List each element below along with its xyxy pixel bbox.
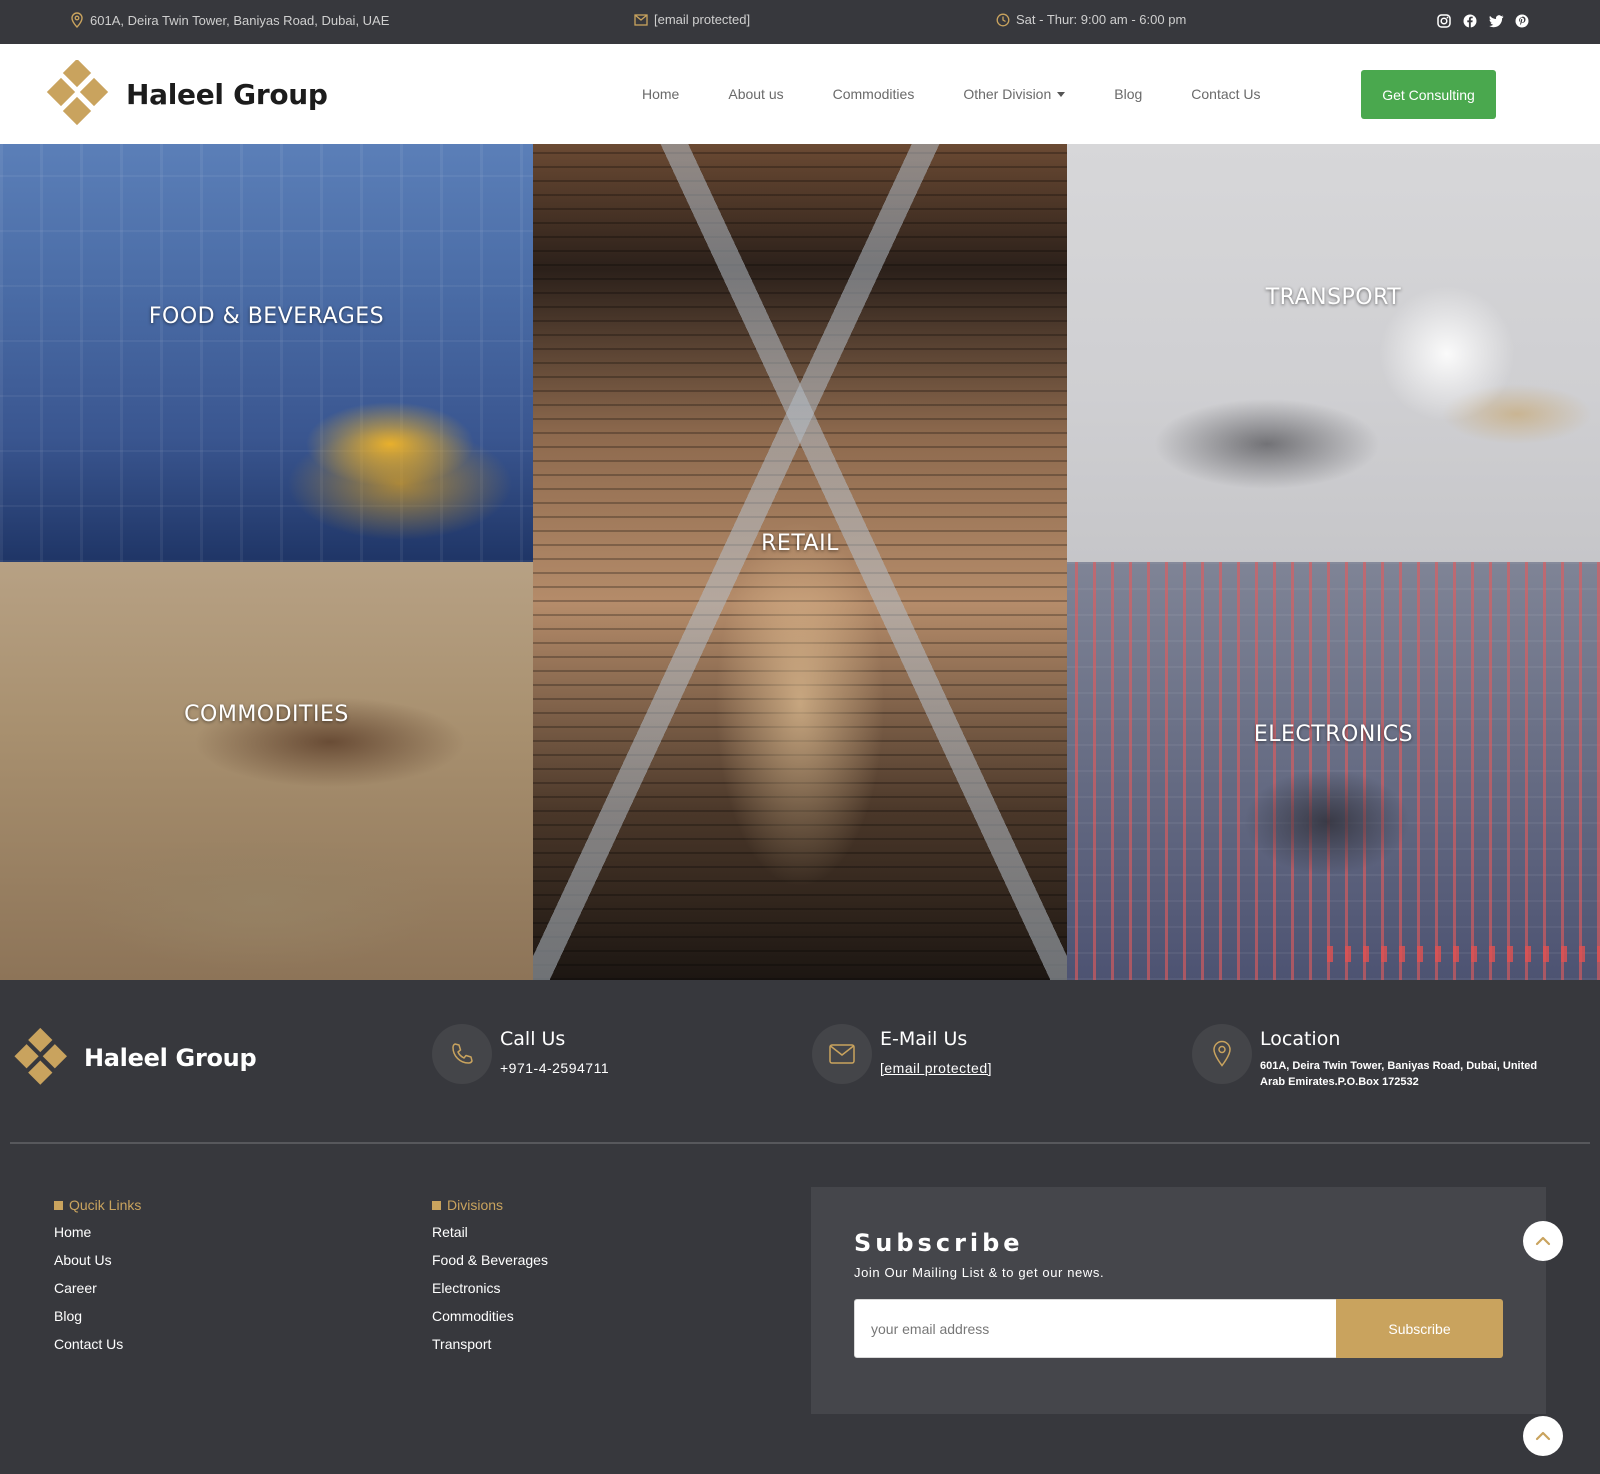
contact-mail: E-Mail Us [email protected] <box>812 1024 992 1084</box>
scroll-to-top-button[interactable] <box>1523 1221 1563 1261</box>
circuit-leds-decoration <box>1327 946 1600 962</box>
call-title: Call Us <box>500 1028 566 1050</box>
contact-call: Call Us +971-4-2594711 <box>432 1024 609 1084</box>
footer-link-home[interactable]: Home <box>54 1224 141 1240</box>
division-tile-electronics[interactable]: ELECTRONICS <box>1067 562 1600 980</box>
back-to-top-button[interactable] <box>1523 1416 1563 1456</box>
pinterest-icon[interactable] <box>1514 13 1530 29</box>
map-pin-icon <box>70 12 84 28</box>
nav-about[interactable]: About us <box>728 86 783 102</box>
division-tile-commodities[interactable]: COMMODITIES <box>0 562 533 980</box>
division-label-retail: RETAIL <box>761 531 839 556</box>
topbar-address: 601A, Deira Twin Tower, Baniyas Road, Du… <box>70 12 389 28</box>
topbar-hours: Sat - Thur: 9:00 am - 6:00 pm <box>996 12 1186 27</box>
topbar-email[interactable]: [email protected] <box>634 12 750 27</box>
subscribe-panel: Subscribe Join Our Mailing List & to get… <box>811 1187 1546 1414</box>
twitter-icon[interactable] <box>1488 13 1504 29</box>
mail-address-link[interactable]: [email protected] <box>880 1060 992 1076</box>
chevron-up-icon <box>1535 1431 1551 1441</box>
facebook-icon[interactable] <box>1462 13 1478 29</box>
quick-links-heading: Qucik Links <box>54 1197 141 1213</box>
location-address: 601A, Deira Twin Tower, Baniyas Road, Du… <box>1260 1060 1538 1088</box>
envelope-icon <box>812 1024 872 1084</box>
footer-brand-logo[interactable]: Haleel Group <box>12 1028 257 1088</box>
brand-name: Haleel Group <box>126 77 328 111</box>
division-tile-retail[interactable]: RETAIL <box>533 144 1067 980</box>
phone-icon <box>432 1024 492 1084</box>
brand-logo[interactable]: Haleel Group <box>44 60 328 128</box>
topbar-email-text[interactable]: [email protected] <box>654 12 750 27</box>
subscribe-title: Subscribe <box>854 1229 1024 1257</box>
clock-icon <box>996 13 1010 27</box>
chevron-up-icon <box>1535 1236 1551 1246</box>
caret-down-icon <box>1057 91 1066 97</box>
footer-link-commodities[interactable]: Commodities <box>432 1308 548 1324</box>
social-links <box>1436 13 1530 29</box>
quick-links-heading-text: Qucik Links <box>69 1197 142 1213</box>
nav-commodities[interactable]: Commodities <box>833 86 915 102</box>
division-label-food: FOOD & BEVERAGES <box>148 304 385 329</box>
division-label-electronics: ELECTRONICS <box>1253 722 1414 747</box>
site-header: Haleel Group Home About us Commodities O… <box>0 44 1600 144</box>
divisions-heading: Divisions <box>432 1197 548 1213</box>
subscribe-button[interactable]: Subscribe <box>1336 1299 1503 1358</box>
nav-contact[interactable]: Contact Us <box>1191 86 1260 102</box>
footer-link-blog[interactable]: Blog <box>54 1308 141 1324</box>
footer-link-electronics[interactable]: Electronics <box>432 1280 548 1296</box>
footer-link-transport[interactable]: Transport <box>432 1336 548 1352</box>
footer-divider <box>10 1142 1590 1144</box>
contact-location: Location 601A, Deira Twin Tower, Baniyas… <box>1192 1024 1560 1090</box>
instagram-icon[interactable] <box>1436 13 1452 29</box>
nav-other-division-label: Other Division <box>963 86 1052 102</box>
quick-links: Qucik Links Home About Us Career Blog Co… <box>54 1197 141 1364</box>
top-bar: 601A, Deira Twin Tower, Baniyas Road, Du… <box>0 0 1600 44</box>
square-bullet-icon <box>432 1200 441 1210</box>
footer-link-food[interactable]: Food & Beverages <box>432 1252 548 1268</box>
diamond-logo-icon <box>14 1028 67 1085</box>
nav-blog[interactable]: Blog <box>1114 86 1142 102</box>
topbar-address-text: 601A, Deira Twin Tower, Baniyas Road, Du… <box>90 12 390 28</box>
division-label-transport: TRANSPORT <box>1265 285 1402 310</box>
division-links: Divisions Retail Food & Beverages Electr… <box>432 1197 548 1364</box>
footer-link-career[interactable]: Career <box>54 1280 141 1296</box>
get-consulting-button[interactable]: Get Consulting <box>1361 70 1496 119</box>
email-input[interactable]: your email address <box>854 1299 1337 1358</box>
nav-home[interactable]: Home <box>642 86 679 102</box>
footer-link-retail[interactable]: Retail <box>432 1224 548 1240</box>
division-label-commodities: COMMODITIES <box>184 702 349 727</box>
footer-brand-name: Haleel Group <box>84 1044 257 1072</box>
division-tile-food[interactable]: FOOD & BEVERAGES <box>0 144 533 562</box>
footer-link-contact[interactable]: Contact Us <box>54 1336 141 1352</box>
diamond-logo-icon <box>46 60 109 126</box>
nav-other-division[interactable]: Other Division <box>963 86 1066 102</box>
map-pin-icon <box>1192 1024 1252 1084</box>
square-bullet-icon <box>54 1200 63 1210</box>
divisions-grid: FOOD & BEVERAGES RETAIL TRANSPORT COMMOD… <box>0 144 1600 980</box>
call-number[interactable]: +971-4-2594711 <box>500 1060 609 1076</box>
division-tile-transport[interactable]: TRANSPORT <box>1067 144 1600 562</box>
footer-link-about[interactable]: About Us <box>54 1252 141 1268</box>
main-nav: Home About us Commodities Other Division… <box>642 44 1310 144</box>
divisions-heading-text: Divisions <box>447 1197 504 1213</box>
location-title: Location <box>1260 1028 1341 1050</box>
topbar-hours-text: Sat - Thur: 9:00 am - 6:00 pm <box>1016 12 1187 27</box>
site-footer: Haleel Group Call Us +971-4-2594711 E-Ma… <box>0 980 1600 1474</box>
envelope-icon <box>634 13 648 26</box>
subscribe-subtitle: Join Our Mailing List & to get our news. <box>854 1265 1105 1280</box>
mail-title: E-Mail Us <box>880 1028 968 1050</box>
